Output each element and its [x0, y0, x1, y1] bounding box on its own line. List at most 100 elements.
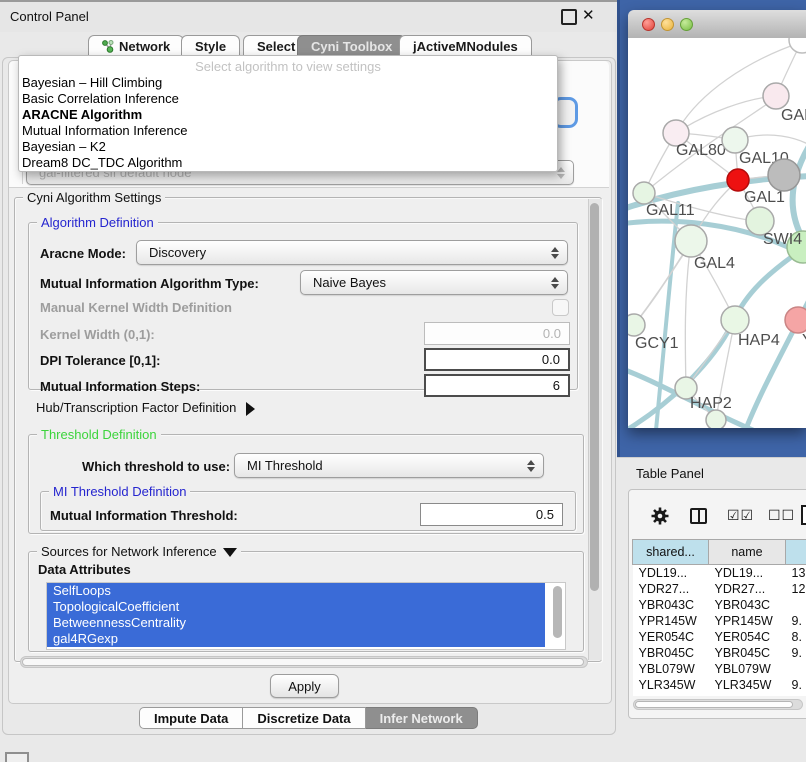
network-node[interactable]: [768, 159, 800, 191]
mi-threshold-group-title: MI Threshold Definition: [49, 484, 190, 499]
algorithm-option[interactable]: Bayesian – K2: [19, 139, 557, 155]
network-node-label: HAP2: [690, 395, 732, 412]
data-attributes-list[interactable]: SelfLoopsTopologicalCoefficientBetweenne…: [46, 582, 566, 650]
table-body: YDL19...YDL19...13YDR27...YDR27...12YBR0…: [633, 565, 806, 697]
settings-horizontal-scrollbar-thumb[interactable]: [22, 658, 584, 666]
combo-arrows-icon: [551, 247, 559, 259]
attribute-list-item[interactable]: gal4RGexp: [47, 631, 545, 647]
aracne-mode-combo[interactable]: Discovery: [136, 240, 568, 265]
zoom-traffic-light[interactable]: [680, 18, 693, 31]
tab-cyni-toolbox[interactable]: Cyni Toolbox: [297, 35, 406, 57]
algorithm-popup-header: Select algorithm to view settings: [19, 56, 557, 75]
table-row[interactable]: YER054CYER054C8.: [633, 629, 806, 645]
table-row[interactable]: YLR345WYLR345W9.: [633, 677, 806, 693]
split-columns-icon[interactable]: [690, 508, 707, 524]
dpi-tolerance-field[interactable]: 0.0: [424, 348, 570, 371]
network-node-y[interactable]: [785, 307, 806, 333]
mi-threshold-field[interactable]: 0.5: [420, 503, 563, 526]
tab-discretize-data[interactable]: Discretize Data: [243, 707, 365, 729]
network-node-gal[interactable]: [763, 83, 789, 109]
table-row[interactable]: YIL052CYIL052C9: [633, 693, 806, 696]
kernel-width-label: Kernel Width (0,1):: [40, 327, 155, 342]
apply-button[interactable]: Apply: [270, 674, 339, 698]
table-row[interactable]: YPR145WYPR145W9.: [633, 613, 806, 629]
which-threshold-label: Which threshold to use:: [82, 459, 230, 474]
minimized-panel-icon[interactable]: [5, 752, 29, 762]
tab-network[interactable]: Network: [88, 35, 184, 57]
mi-type-combo[interactable]: Naive Bayes: [300, 270, 568, 295]
table-row[interactable]: YBR043CYBR043C: [633, 597, 806, 613]
settings-vertical-scrollbar-thumb[interactable]: [590, 203, 599, 591]
network-node-gcy1[interactable]: [628, 314, 645, 336]
new-table-icon[interactable]: [801, 505, 806, 525]
column-header-clipped[interactable]: [786, 540, 806, 565]
table-row[interactable]: YBR045CYBR045C9.: [633, 645, 806, 661]
attribute-list-item[interactable]: SelfLoops: [47, 583, 545, 599]
attribute-list-item[interactable]: BetweennessCentrality: [47, 615, 545, 631]
network-node-gal4[interactable]: [675, 225, 707, 257]
mi-steps-label: Mutual Information Steps:: [40, 379, 200, 394]
network-node[interactable]: [706, 410, 726, 428]
network-edge[interactable]: [685, 241, 691, 388]
bottom-tab-bar: Impute Data Discretize Data Infer Networ…: [139, 707, 478, 729]
minimize-traffic-light[interactable]: [661, 18, 674, 31]
table-row[interactable]: YDR27...YDR27...12: [633, 581, 806, 597]
algorithm-option[interactable]: Basic Correlation Inference: [19, 91, 557, 107]
which-threshold-combo[interactable]: MI Threshold: [234, 453, 544, 478]
column-header-shared-name[interactable]: shared...: [633, 540, 709, 565]
table-row[interactable]: YDL19...YDL19...13: [633, 565, 806, 582]
network-canvas: GALGAL80GAL10GAL1GAL11SWI4GAL4GCY1HAP4YH…: [628, 38, 806, 428]
network-edge[interactable]: [793, 138, 806, 244]
tab-style[interactable]: Style: [181, 35, 240, 57]
algorithm-option[interactable]: ARACNE Algorithm: [19, 107, 557, 123]
network-node-gal11[interactable]: [633, 182, 655, 204]
network-node-label: GAL80: [676, 142, 726, 159]
network-node-label: GCY1: [635, 335, 679, 352]
mi-steps-field[interactable]: 6: [424, 374, 570, 397]
algorithm-option[interactable]: Bayesian – Hill Climbing: [19, 75, 557, 91]
algorithm-popup: Select algorithm to view settings Bayesi…: [18, 55, 558, 172]
column-header-name[interactable]: name: [709, 540, 786, 565]
network-window-titlebar[interactable]: [628, 10, 806, 39]
network-view[interactable]: GALGAL80GAL10GAL1GAL11SWI4GAL4GCY1HAP4YH…: [628, 38, 806, 428]
table-horizontal-scrollbar-thumb[interactable]: [635, 701, 793, 708]
screen: Control Panel ✕ Network Style Select Cyn…: [0, 0, 806, 762]
network-node-gal1[interactable]: [727, 169, 749, 191]
checked-columns-icon[interactable]: ☑☑: [727, 508, 754, 524]
table-scroll-area[interactable]: shared... name YDL19...YDL19...13YDR27..…: [632, 539, 806, 696]
gear-icon[interactable]: [650, 506, 670, 526]
kernel-width-field[interactable]: 0.0: [424, 322, 570, 345]
unchecked-columns-icon[interactable]: ☐☐: [768, 508, 795, 524]
control-panel-title: Control Panel: [10, 9, 89, 24]
algorithm-option[interactable]: Mutual Information Inference: [19, 123, 557, 139]
network-node-label: Y: [802, 332, 806, 349]
tab-impute-data[interactable]: Impute Data: [139, 707, 243, 729]
combo-arrows-icon: [551, 277, 559, 289]
network-node-label: GAL: [781, 107, 806, 124]
table-row[interactable]: YBL079WYBL079W: [633, 661, 806, 677]
collapsed-arrow-icon: [246, 402, 255, 416]
close-icon[interactable]: ✕: [582, 6, 595, 24]
control-panel-titlebar: [0, 0, 617, 32]
tab-infer-network[interactable]: Infer Network: [366, 707, 478, 729]
algorithm-option[interactable]: Dream8 DC_TDC Algorithm: [19, 155, 557, 171]
tab-jactivemnodules[interactable]: jActiveMNodules: [399, 35, 532, 57]
network-node-label: GAL11: [646, 202, 695, 219]
manual-kernel-checkbox[interactable]: [552, 299, 569, 316]
network-node[interactable]: [789, 38, 806, 53]
network-node-label: SWI4: [763, 231, 802, 248]
hub-definition-toggle[interactable]: Hub/Transcription Factor Definition: [36, 400, 255, 416]
float-window-icon[interactable]: [561, 9, 577, 25]
network-node-hap4[interactable]: [721, 306, 749, 334]
list-scrollbar-thumb[interactable]: [553, 586, 562, 638]
close-traffic-light[interactable]: [642, 18, 655, 31]
aracne-mode-label: Aracne Mode:: [40, 246, 126, 261]
algorithm-definition-title: Algorithm Definition: [37, 215, 158, 230]
attribute-list-item[interactable]: TopologicalCoefficient: [47, 599, 545, 615]
network-icon: [102, 40, 114, 53]
combo-arrows-icon: [527, 460, 535, 472]
mi-threshold-label: Mutual Information Threshold:: [50, 508, 238, 523]
sources-group-title[interactable]: Sources for Network Inference: [37, 544, 241, 559]
network-edge[interactable]: [676, 96, 776, 133]
expanded-arrow-icon: [223, 548, 237, 557]
